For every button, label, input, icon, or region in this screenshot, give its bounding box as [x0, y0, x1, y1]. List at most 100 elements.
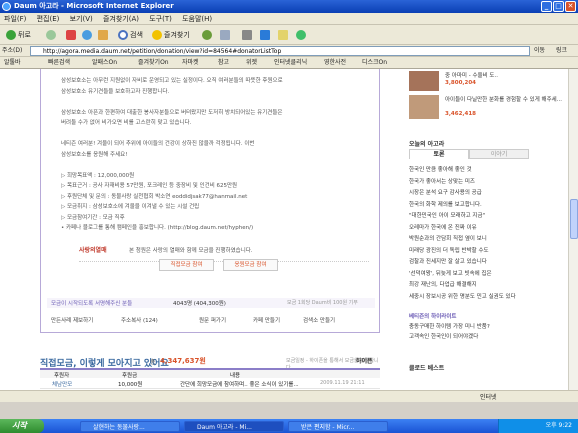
menu-file[interactable]: 파일(F): [0, 13, 30, 25]
links-label[interactable]: 링크: [556, 45, 567, 57]
row-amount: 10,000원: [118, 382, 143, 388]
search-button[interactable]: 검색: [116, 28, 145, 42]
folder-icon: [278, 30, 288, 40]
print-icon: [242, 30, 252, 40]
go-button[interactable]: 이동: [534, 45, 545, 57]
petition-line: ▷ 목표근거 : 공사 자재비용 57만원, 포크레인 등 중장비 및 인건비 …: [61, 183, 238, 189]
menu-help[interactable]: 도움말(H): [178, 13, 216, 25]
print-button[interactable]: [240, 28, 256, 42]
address-input[interactable]: http://agora.media.daum.net/petition/don…: [30, 46, 530, 56]
list-item[interactable]: 세중시 장보시공 위한 명분도 민고 실권도 있다: [409, 292, 516, 300]
action-report[interactable]: 만든사례 제보하기: [51, 316, 93, 324]
petition-line: ▷ 모금참여기간 : 모금 직후: [61, 214, 125, 221]
thumbnail-2[interactable]: [409, 95, 439, 119]
highlight-item-1[interactable]: 충동구매한 하이템 가장 미니 반품?: [409, 322, 490, 330]
toolbar: 뒤로 검색 즐겨찾기: [0, 25, 578, 45]
menu-favorites[interactable]: 즐겨찾기(A): [99, 13, 143, 25]
tab-debate[interactable]: 토론: [409, 149, 469, 159]
scroll-thumb[interactable]: [570, 199, 578, 239]
list-item[interactable]: 한국의 화학 제의를 보고합니다.: [409, 200, 482, 208]
cloud-best-title: 클로드 베스트: [409, 365, 445, 372]
messenger-icon: [296, 30, 306, 40]
star-icon: [152, 30, 162, 40]
action-row: 만든사례 제보하기 주소복사 (124) 원문 퍼가기 카페 만들기 검색소 만…: [47, 314, 375, 326]
org-note: 본 청원은 사랑의 열매와 함께 모금을 진행하였습니다.: [129, 248, 253, 254]
action-copy-url[interactable]: 주소복사 (124): [121, 316, 158, 324]
menu-tools[interactable]: 도구(T): [145, 13, 176, 25]
ie-logo-icon: [2, 2, 11, 11]
clock: 오후 9:22: [545, 422, 572, 429]
close-button[interactable]: ✕: [565, 1, 576, 12]
top-item-1[interactable]: 중 아마미 - 수울비 도..: [445, 71, 498, 79]
petition-line: • 카페나 블로그를 통해 캠페인을 홍보합니다. (http://blog.d…: [61, 225, 254, 231]
link-favorites-on[interactable]: 즐겨찾기On: [138, 57, 169, 69]
action-share[interactable]: 원문 퍼가기: [199, 316, 226, 324]
edit-icon: [260, 30, 270, 40]
edit-button[interactable]: [258, 28, 274, 42]
taskbar-item-3[interactable]: 받은 편지함 - Micr...: [288, 421, 388, 432]
signer-share-text[interactable]: 모금이 시작되도록 서명해주신 분들: [51, 299, 132, 307]
table-row: 체남만모 10,000원 간단에 희망모금에 참여하며.. 좋은 소식이 있기를…: [40, 379, 380, 389]
link-internet-clinic[interactable]: 인터넷클리닉: [274, 57, 307, 69]
mail-button[interactable]: [218, 28, 234, 42]
vertical-scrollbar[interactable]: [568, 69, 578, 390]
home-button[interactable]: [96, 28, 112, 42]
forward-button[interactable]: [44, 28, 60, 42]
list-item[interactable]: 미래당 광진의 더 독립 반박할 수도: [409, 246, 489, 254]
discuss-button[interactable]: [276, 28, 292, 42]
link-quick-search[interactable]: 빠른검색: [48, 57, 70, 69]
mail-icon: [220, 30, 230, 40]
menu-view[interactable]: 보기(V): [66, 13, 97, 25]
history-button[interactable]: [200, 28, 216, 42]
refresh-button[interactable]: [80, 28, 96, 42]
favorites-button[interactable]: 즐겨찾기: [150, 28, 192, 42]
direct-donation-button[interactable]: 직접모금 참여: [159, 259, 214, 271]
minimize-button[interactable]: _: [541, 1, 552, 12]
window-title: Daum 아고라 - Microsoft Internet Explorer: [14, 2, 174, 10]
col-amount: 후원금: [122, 373, 138, 379]
donation-author: 하이픈: [356, 358, 373, 365]
top-item-2[interactable]: 아이들이 다닐만한 분화를 경험할 수 있게 해주세...: [445, 95, 562, 103]
list-item[interactable]: "대한민국인 아이 모래하고 지금": [409, 211, 485, 219]
highlight-item-2[interactable]: 고객속인 한국인이 되어야겠다: [409, 332, 478, 340]
org-logo: 사랑의열매: [79, 247, 107, 254]
link-disk-on[interactable]: 디스크On: [362, 57, 387, 69]
list-item[interactable]: 시장은 분석 요구 감사용의 공급: [409, 188, 482, 196]
main-content: 삼성보호소는 아무런 지원없이 자비로 운영되고 있는 실정이다. 오직 여러분…: [40, 69, 380, 390]
list-item[interactable]: '선덕여왕', 뒤늦게 보고 빗속에 집은: [409, 269, 492, 277]
bottom-strip: [0, 402, 578, 419]
list-item[interactable]: 한국인 만큼 좋아해 좋인 것: [409, 165, 472, 173]
taskbar-item-1[interactable]: 살현하는 동물사랑...: [80, 421, 180, 432]
action-search[interactable]: 검색소 만들기: [303, 316, 335, 324]
support-donation-button[interactable]: 응원모금 참여: [223, 259, 278, 271]
link-widget[interactable]: 위젯: [246, 57, 257, 69]
maximize-button[interactable]: □: [553, 1, 564, 12]
back-button[interactable]: 뒤로: [4, 28, 33, 42]
link-dictionary[interactable]: 영한사전: [324, 57, 346, 69]
forward-arrow-icon: [46, 30, 56, 40]
status-bar: 인터넷: [0, 390, 578, 402]
refresh-icon: [82, 30, 92, 40]
tab-story[interactable]: 이야기: [469, 149, 529, 159]
donation-section: 직접모금, 이렇게 모아지고 있어요 총 4,347,637원 모금일정 - 하…: [40, 351, 380, 390]
start-button[interactable]: 시작: [0, 419, 44, 433]
link-altoolbar[interactable]: 알툴바: [4, 57, 21, 69]
menu-edit[interactable]: 편집(E): [33, 13, 64, 25]
title-bar: Daum 아고라 - Microsoft Internet Explorer _…: [0, 0, 578, 13]
row-donor[interactable]: 체남만모: [52, 380, 72, 388]
link-reference[interactable]: 참고: [218, 57, 229, 69]
list-item[interactable]: 검찰과 진세지만 잘 살고 있습니다: [409, 257, 487, 265]
list-item[interactable]: 박원순과의 간담회 직접 옆이 보니: [409, 234, 487, 242]
link-alpass[interactable]: 알패스On: [92, 57, 117, 69]
list-item[interactable]: 오레마가 한국에 온 진짜 이유: [409, 223, 477, 231]
stop-button[interactable]: [64, 28, 80, 42]
top-item-2-count: 3,462,418: [445, 111, 476, 117]
taskbar-item-2[interactable]: Daum 아고라 - Mi...: [184, 421, 284, 432]
messenger-button[interactable]: [294, 28, 310, 42]
action-cafe[interactable]: 카페 만들기: [253, 316, 280, 324]
list-item[interactable]: 한국가 좋아서는 상맞는 미즈: [409, 177, 475, 185]
list-item[interactable]: 최강 재난의, 다업급 해결해지: [409, 280, 477, 288]
back-arrow-icon: [6, 30, 16, 40]
link-jamarket[interactable]: 자마켓: [182, 57, 199, 69]
thumbnail-1[interactable]: [409, 71, 439, 91]
